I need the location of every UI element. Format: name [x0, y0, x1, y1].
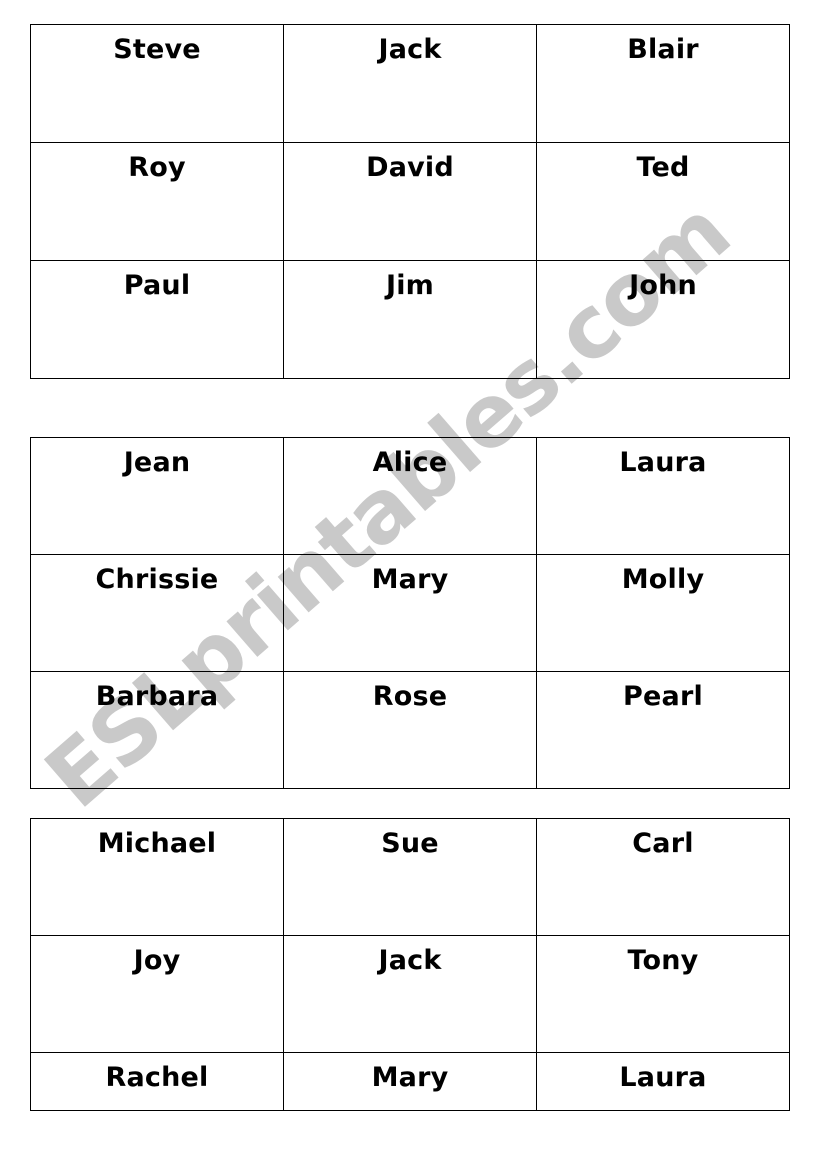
name-cell[interactable]: Paul — [30, 260, 284, 379]
name-cell[interactable]: Ted — [536, 142, 790, 261]
table-row: Paul Jim John — [30, 260, 790, 379]
name-label: Laura — [619, 1062, 707, 1093]
name-label: Roy — [128, 152, 186, 183]
names-grid-female: Jean Alice Laura Chrissie Mary Molly Bar… — [30, 437, 790, 789]
name-label: Laura — [619, 447, 707, 478]
name-cell[interactable]: Mary — [283, 554, 537, 672]
name-cell[interactable]: Michael — [30, 818, 284, 936]
name-cell[interactable]: Rose — [283, 671, 537, 789]
name-cell[interactable]: Laura — [536, 1052, 790, 1111]
name-cell[interactable]: Molly — [536, 554, 790, 672]
names-grid-mixed: Michael Sue Carl Joy Jack Tony Rachel Ma… — [30, 818, 790, 1111]
name-label: Alice — [372, 447, 448, 478]
name-cell[interactable]: Chrissie — [30, 554, 284, 672]
name-cell[interactable]: Carl — [536, 818, 790, 936]
name-cell[interactable]: Mary — [283, 1052, 537, 1111]
name-label: Jim — [385, 270, 435, 301]
name-label: Rose — [372, 681, 448, 712]
name-cell[interactable]: Jack — [283, 935, 537, 1053]
name-cell[interactable]: Barbara — [30, 671, 284, 789]
table-row: Barbara Rose Pearl — [30, 671, 790, 789]
name-label: Paul — [123, 270, 191, 301]
name-label: Carl — [632, 828, 694, 859]
table-row: Joy Jack Tony — [30, 935, 790, 1053]
names-grid-male: Steve Jack Blair Roy David Ted Paul Jim … — [30, 24, 790, 379]
name-label: Rachel — [105, 1062, 209, 1093]
name-label: Mary — [371, 1062, 449, 1093]
name-cell[interactable]: David — [283, 142, 537, 261]
name-label: Pearl — [623, 681, 703, 712]
name-cell[interactable]: Pearl — [536, 671, 790, 789]
name-label: John — [629, 270, 697, 301]
table-row: Michael Sue Carl — [30, 818, 790, 936]
name-cell[interactable]: Joy — [30, 935, 284, 1053]
name-cell[interactable]: Laura — [536, 437, 790, 555]
table-row: Roy David Ted — [30, 142, 790, 261]
name-label: Jack — [378, 34, 442, 65]
name-label: Jean — [123, 447, 191, 478]
name-label: Ted — [636, 152, 690, 183]
table-row: Chrissie Mary Molly — [30, 554, 790, 672]
name-label: Mary — [371, 564, 449, 595]
name-cell[interactable]: Sue — [283, 818, 537, 936]
name-label: Barbara — [95, 681, 219, 712]
name-label: Blair — [627, 34, 699, 65]
name-label: Steve — [113, 34, 201, 65]
name-label: Michael — [97, 828, 217, 859]
name-cell[interactable]: Jim — [283, 260, 537, 379]
name-cell[interactable]: Blair — [536, 24, 790, 143]
table-row: Rachel Mary Laura — [30, 1052, 790, 1111]
name-cell[interactable]: Rachel — [30, 1052, 284, 1111]
name-cell[interactable]: Jean — [30, 437, 284, 555]
name-cell[interactable]: Tony — [536, 935, 790, 1053]
name-cell[interactable]: John — [536, 260, 790, 379]
name-label: Joy — [133, 945, 181, 976]
name-label: Jack — [378, 945, 442, 976]
name-label: Sue — [381, 828, 439, 859]
name-label: Tony — [627, 945, 699, 976]
name-label: Chrissie — [95, 564, 219, 595]
name-cell[interactable]: Alice — [283, 437, 537, 555]
worksheet-page: ESLprintables.com Steve Jack Blair Roy D… — [0, 0, 826, 1169]
name-label: David — [366, 152, 454, 183]
table-row: Jean Alice Laura — [30, 437, 790, 555]
name-cell[interactable]: Jack — [283, 24, 537, 143]
table-row: Steve Jack Blair — [30, 24, 790, 143]
name-cell[interactable]: Steve — [30, 24, 284, 143]
name-label: Molly — [621, 564, 705, 595]
name-cell[interactable]: Roy — [30, 142, 284, 261]
